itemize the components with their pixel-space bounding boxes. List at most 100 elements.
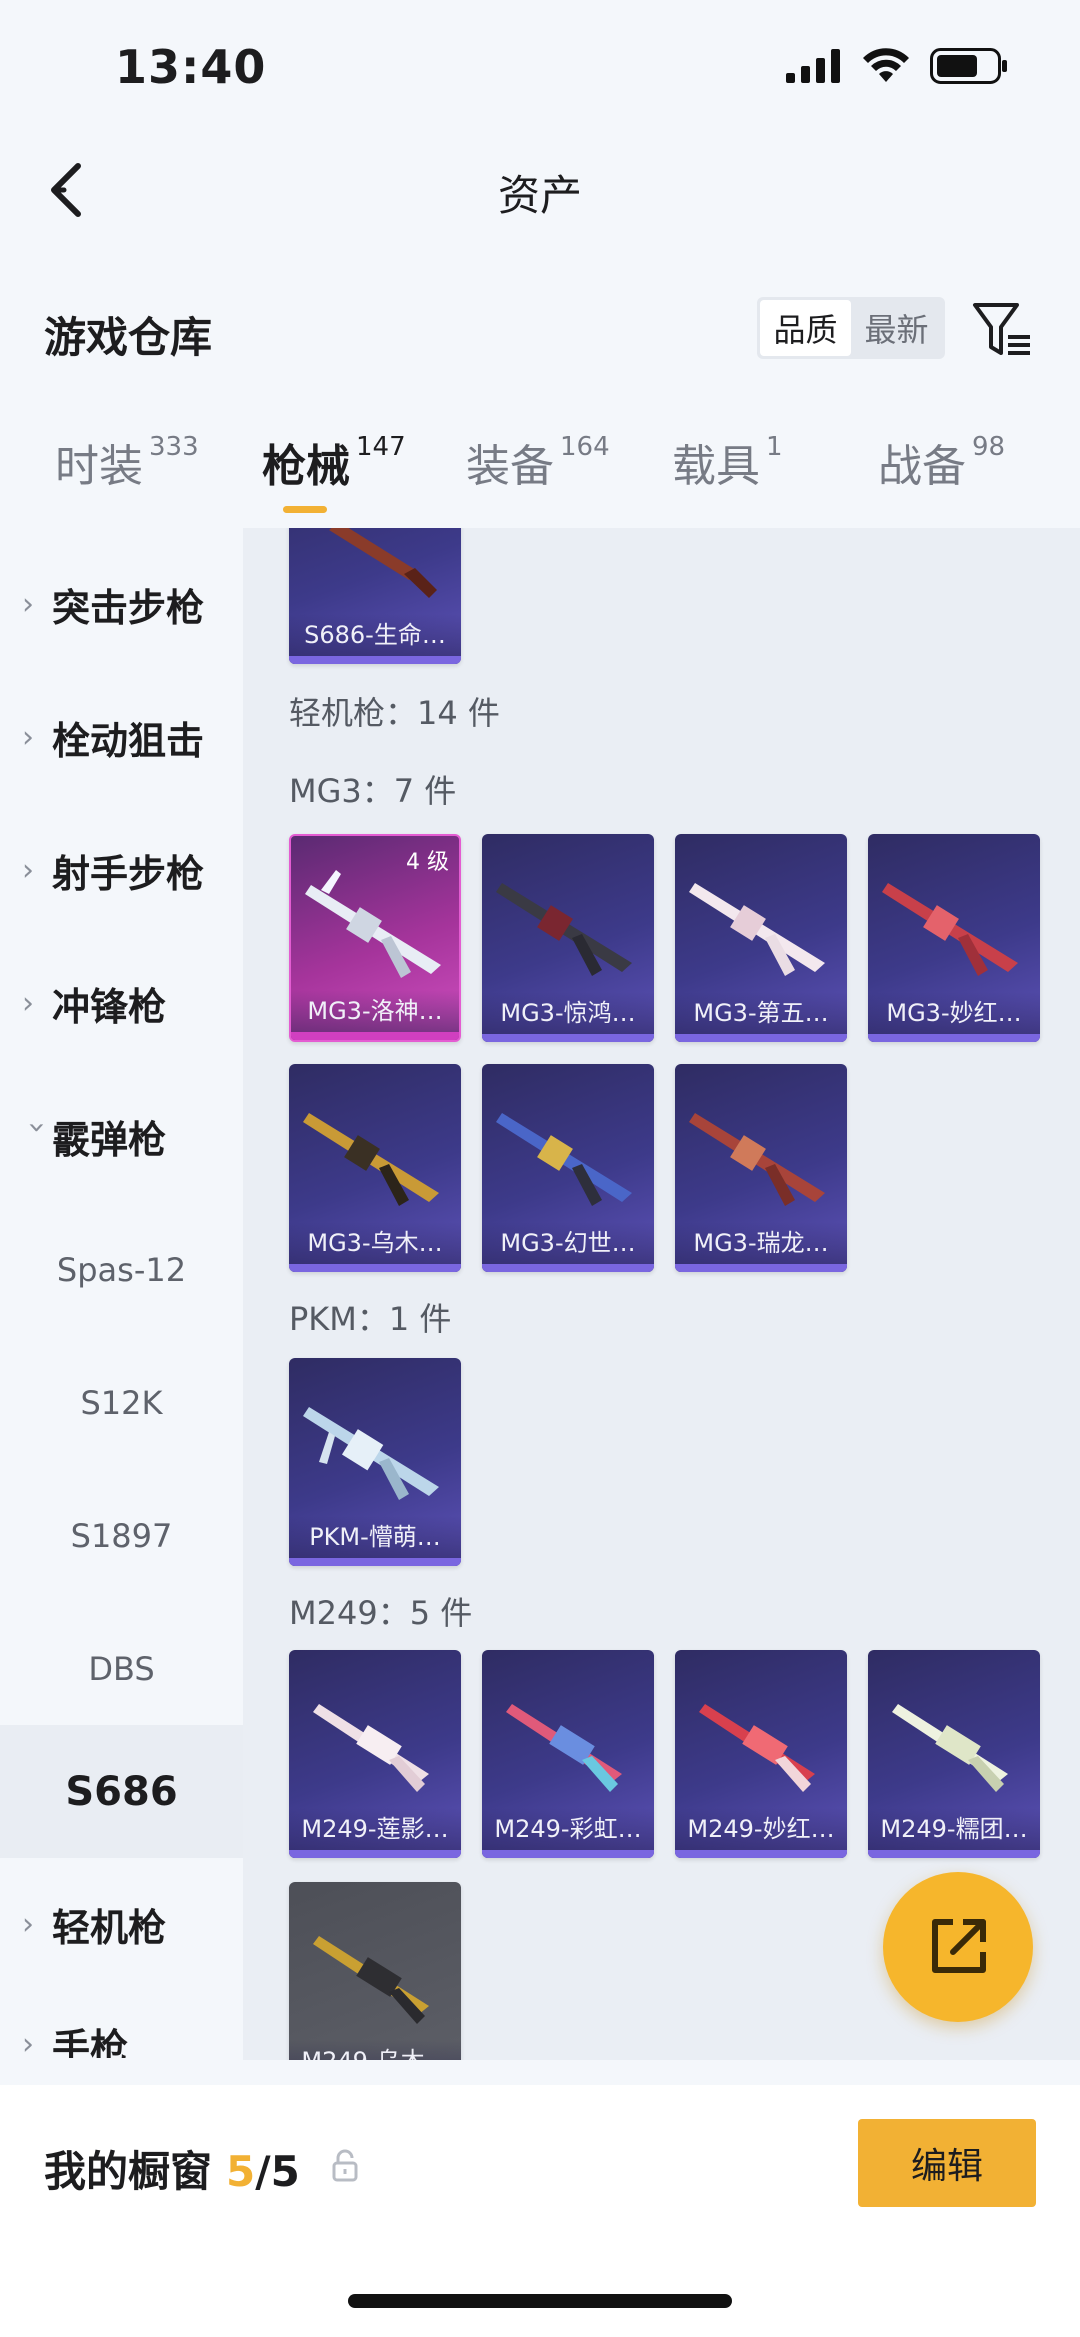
- section-label-m249: M249：5 件: [289, 1594, 473, 1632]
- sidebar-item-marksman-rifle[interactable]: › 射手步枪: [0, 804, 243, 937]
- tab-vehicles[interactable]: 载具 1: [672, 430, 783, 494]
- sidebar-item-label: 冲锋枪: [52, 985, 167, 1029]
- rarity-bar: [291, 1032, 459, 1040]
- lock-icon: [332, 2149, 358, 2182]
- weapon-grid: S686-生命… 轻机枪：14 件 MG3：7 件 4 级 MG3-洛神… MG…: [243, 528, 1080, 2060]
- page-title: 资产: [497, 171, 582, 220]
- weapon-card[interactable]: MG3-第五…: [675, 834, 847, 1042]
- chevron-right-icon: ›: [22, 720, 34, 755]
- sidebar-subitem-dbs[interactable]: DBS: [0, 1602, 243, 1735]
- rarity-bar: [289, 1850, 461, 1858]
- weapon-card[interactable]: M249-糯团…: [868, 1650, 1040, 1858]
- sort-quality[interactable]: 品质: [760, 300, 851, 356]
- tab-firearms[interactable]: 枪械 147: [262, 430, 406, 494]
- weapon-card[interactable]: M249-妙红…: [675, 1650, 847, 1858]
- showcase-total-count: /5: [255, 2147, 300, 2196]
- rarity-bar: [482, 1850, 654, 1858]
- shotgun-skin-image: [329, 528, 437, 598]
- chevron-right-icon: ›: [22, 2027, 34, 2058]
- lmg-skin-image: [506, 1704, 622, 1792]
- mg-skin-image: [303, 1407, 439, 1500]
- lmg-skin-image: [892, 1704, 1008, 1792]
- tab-count: 1: [766, 432, 783, 462]
- tab-label: 战备: [878, 441, 966, 492]
- sidebar-item-label: 霰弹枪: [52, 1118, 167, 1162]
- rarity-bar: [289, 656, 461, 664]
- weapon-card[interactable]: M249-乌木…: [289, 1882, 461, 2060]
- weapon-card[interactable]: M249-莲影…: [289, 1650, 461, 1858]
- chevron-right-icon: ›: [22, 986, 34, 1021]
- mg-skin-image: [689, 883, 825, 976]
- mg-skin-image: [303, 1113, 439, 1206]
- rarity-bar: [289, 1558, 461, 1566]
- section-label-mg3: MG3：7 件: [289, 772, 457, 810]
- showcase-label: 我的橱窗 5 /5: [44, 2138, 300, 2199]
- sidebar-item-shotgun[interactable]: › 霰弹枪: [0, 1070, 243, 1203]
- weapon-card[interactable]: MG3-瑞龙…: [675, 1064, 847, 1272]
- tab-count: 164: [560, 432, 610, 462]
- filter-button[interactable]: [970, 298, 1034, 362]
- sidebar-subitem-s686[interactable]: S686: [0, 1725, 243, 1858]
- battery-icon: [930, 48, 1007, 84]
- rarity-bar: [289, 1264, 461, 1272]
- tab-gear[interactable]: 战备 98: [878, 430, 1005, 494]
- mg-skin-image: [689, 1113, 825, 1206]
- mg-skin-image: [305, 870, 441, 978]
- status-bar: 13:40: [0, 0, 1080, 140]
- share-button[interactable]: [883, 1872, 1033, 2022]
- nav-bar: 资产: [0, 140, 1080, 240]
- chevron-down-icon: ›: [19, 1121, 55, 1134]
- tab-fashion[interactable]: 时装 333: [55, 430, 199, 494]
- warehouse-title: 游戏仓库: [44, 313, 213, 362]
- lmg-skin-image: [699, 1704, 815, 1792]
- sort-newest[interactable]: 最新: [851, 300, 942, 356]
- lmg-skin-image: [313, 1704, 429, 1792]
- sidebar-item-bolt-sniper[interactable]: › 栓动狙击: [0, 671, 243, 804]
- weapon-card-name: M249-乌木…: [289, 2040, 461, 2060]
- sort-toggle: 品质 最新: [757, 297, 945, 359]
- signal-icon: [786, 49, 840, 83]
- rarity-bar: [675, 1264, 847, 1272]
- sidebar-item-smg[interactable]: › 冲锋枪: [0, 937, 243, 1070]
- tab-equipment[interactable]: 装备 164: [466, 430, 610, 494]
- sidebar-item-pistol[interactable]: › 手枪: [0, 1978, 243, 2058]
- weapon-card[interactable]: MG3-惊鸿…: [482, 834, 654, 1042]
- rarity-bar: [868, 1850, 1040, 1858]
- warehouse-header: 游戏仓库 品质 最新: [0, 282, 1080, 372]
- rarity-bar: [868, 1034, 1040, 1042]
- weapon-card[interactable]: S686-生命…: [289, 528, 461, 664]
- mg-skin-image: [496, 1113, 632, 1206]
- rarity-bar: [675, 1850, 847, 1858]
- rarity-bar: [482, 1264, 654, 1272]
- weapon-card[interactable]: PKM-懵萌…: [289, 1358, 461, 1566]
- tab-count: 147: [356, 432, 406, 462]
- weapon-card[interactable]: MG3-妙红…: [868, 834, 1040, 1042]
- weapon-card[interactable]: M249-彩虹…: [482, 1650, 654, 1858]
- tab-count: 333: [149, 432, 199, 462]
- section-label-pkm: PKM：1 件: [289, 1300, 452, 1338]
- weapon-card[interactable]: MG3-乌木…: [289, 1064, 461, 1272]
- rarity-bar: [675, 1034, 847, 1042]
- weapon-card[interactable]: 4 级 MG3-洛神…: [289, 834, 461, 1042]
- share-external-icon: [932, 1919, 986, 1973]
- filter-list-icon: [973, 303, 1030, 355]
- weapon-type-sidebar: › 突击步枪 › 栓动狙击 › 射手步枪 › 冲锋枪 › 霰弹枪 Spas-12…: [0, 528, 243, 2058]
- sidebar-subitem-s1897[interactable]: S1897: [0, 1469, 243, 1602]
- tab-label: 枪械: [262, 441, 350, 492]
- sidebar-subitem-spas12[interactable]: Spas-12: [0, 1203, 243, 1336]
- sidebar-item-assault-rifle[interactable]: › 突击步枪: [0, 538, 243, 671]
- mg-skin-image: [882, 883, 1018, 976]
- sidebar-item-label: 射手步枪: [52, 852, 205, 896]
- tab-count: 98: [972, 432, 1006, 462]
- edit-button[interactable]: 编辑: [858, 2119, 1036, 2207]
- status-icons: [786, 48, 1008, 84]
- wifi-icon: [863, 48, 909, 82]
- sidebar-item-lmg[interactable]: › 轻机枪: [0, 1858, 243, 1991]
- tab-label: 载具: [672, 441, 760, 492]
- lmg-skin-image: [313, 1936, 429, 2024]
- weapon-card[interactable]: MG3-幻世…: [482, 1064, 654, 1272]
- tab-label: 装备: [466, 441, 554, 492]
- sidebar-subitem-s12k[interactable]: S12K: [0, 1336, 243, 1469]
- home-indicator: [348, 2294, 732, 2308]
- showcase-title: 我的橱窗: [44, 2147, 213, 2196]
